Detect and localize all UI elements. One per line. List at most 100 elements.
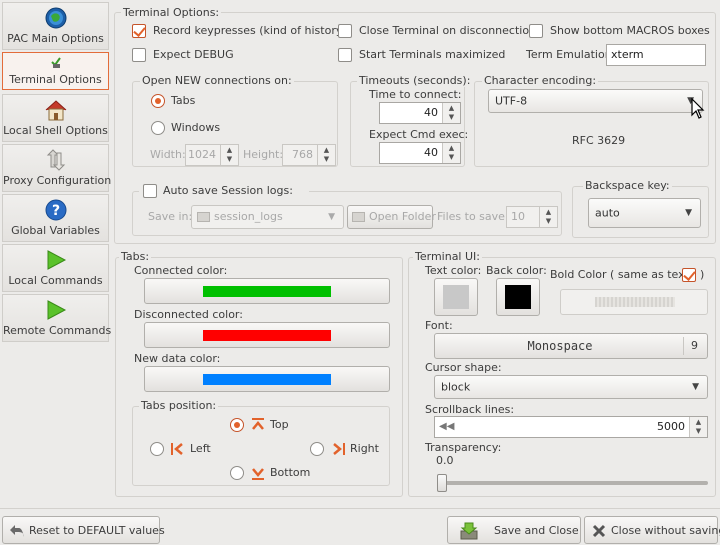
tabs-position-right-radio[interactable]	[310, 442, 324, 456]
sidebar-item-remote-commands[interactable]: Remote Commands	[2, 294, 111, 342]
windows-radio[interactable]	[151, 121, 165, 135]
font-button[interactable]: Monospace 9	[434, 333, 708, 359]
back-color-swatch	[505, 285, 531, 309]
auto-save-logs-checkbox[interactable]	[143, 184, 157, 198]
height-spinner[interactable]: 768 ▲ ▼	[282, 144, 336, 166]
scrollback-spinner[interactable]: ◀◀ 5000 ▲ ▼	[434, 416, 708, 438]
sidebar-item-local-shell-options[interactable]: Local Shell Options	[2, 94, 109, 142]
sidebar-item-proxy-configuration[interactable]: Proxy Configuration	[2, 144, 112, 192]
connected-color-label: Connected color:	[134, 264, 228, 277]
save-and-close-button[interactable]: Save and Close	[447, 516, 581, 544]
expect-timeout-spinner[interactable]: 40 ▲ ▼	[379, 142, 461, 164]
disconnected-color-button[interactable]	[144, 322, 390, 348]
tabs-radio[interactable]	[151, 94, 165, 108]
dropdown-arrow-icon: ▼	[328, 212, 335, 222]
bold-color-swatch-disabled	[595, 297, 675, 307]
play-icon	[45, 249, 67, 274]
spinner-arrows-icon[interactable]: ▲ ▼	[220, 145, 238, 165]
reset-defaults-label: Reset to DEFAULT values	[29, 524, 165, 537]
bold-color-button[interactable]	[560, 289, 708, 315]
sidebar-item-terminal-options[interactable]: Terminal Options	[2, 52, 109, 90]
text-color-swatch	[443, 285, 469, 309]
tabs-position-bottom-radio[interactable]	[230, 466, 244, 480]
sidebar-item-label: Local Commands	[8, 274, 103, 287]
width-label: Width:	[150, 148, 186, 161]
proxy-arrows-icon	[45, 149, 67, 174]
spinner-arrows-icon[interactable]: ▲ ▼	[442, 143, 460, 163]
encoding-title: Character encoding:	[482, 74, 599, 87]
cursor-shape-combo[interactable]: block ▼	[434, 375, 708, 399]
dropdown-arrow-icon: ▼	[692, 382, 699, 392]
transparency-label: Transparency:	[425, 441, 502, 454]
close-on-disconnect-checkbox[interactable]	[338, 24, 352, 38]
tabs-position-left-radio[interactable]	[150, 442, 164, 456]
sidebar-item-local-commands[interactable]: Local Commands	[2, 244, 109, 292]
sidebar-item-global-variables[interactable]: ? Global Variables	[2, 194, 109, 242]
cursor-shape-value: block	[441, 380, 471, 394]
files-to-save-spinner[interactable]: 10 ▲ ▼	[506, 206, 558, 228]
width-spinner[interactable]: 1024 ▲ ▼	[185, 144, 239, 166]
svg-text:?: ?	[51, 203, 59, 219]
spinner-arrows-icon[interactable]: ▲ ▼	[539, 207, 557, 227]
sidebar-item-label: Terminal Options	[9, 73, 102, 86]
connected-color-swatch	[203, 286, 331, 297]
terminal-ui-title: Terminal UI:	[413, 250, 482, 263]
bold-color-close-paren: )	[700, 268, 705, 281]
height-label: Height:	[243, 148, 284, 161]
arrow-left-icon	[171, 443, 183, 455]
encoding-description: RFC 3629	[572, 134, 626, 147]
tabs-radio-label: Tabs	[171, 94, 196, 107]
back-color-button[interactable]	[496, 278, 540, 316]
save-and-close-label: Save and Close	[494, 524, 579, 537]
connect-timeout-spinner[interactable]: 40 ▲ ▼	[379, 102, 461, 124]
spinner-arrows-icon[interactable]: ▲ ▼	[317, 145, 335, 165]
new-data-color-label: New data color:	[134, 352, 221, 365]
disconnected-color-swatch	[203, 330, 331, 341]
close-without-saving-label: Close without saving	[611, 524, 720, 537]
folder-icon	[352, 212, 365, 222]
back-color-label: Back color:	[486, 264, 547, 277]
text-color-button[interactable]	[434, 278, 478, 316]
dropdown-arrow-icon: ▼	[685, 208, 692, 218]
transparency-slider-handle[interactable]	[437, 474, 447, 492]
font-size: 9	[691, 339, 698, 352]
start-maximized-checkbox[interactable]	[338, 48, 352, 62]
expect-timeout-value: 40	[424, 146, 438, 159]
home-icon	[44, 99, 68, 124]
undo-icon	[10, 525, 24, 537]
help-icon: ?	[45, 199, 67, 224]
spinner-arrows-icon[interactable]: ▲ ▼	[442, 103, 460, 123]
encoding-combo[interactable]: UTF-8 ▼	[488, 89, 703, 113]
reset-defaults-button[interactable]: Reset to DEFAULT values	[2, 516, 165, 544]
scrollback-value: 5000	[657, 420, 685, 433]
sidebar-item-label: Proxy Configuration	[3, 174, 112, 187]
height-value: 768	[292, 148, 313, 161]
tabs-position-top-radio[interactable]	[230, 418, 244, 432]
show-macros-checkbox[interactable]	[529, 24, 543, 38]
term-emulation-input[interactable]: xterm	[606, 44, 706, 66]
close-without-saving-button[interactable]: Close without saving	[584, 516, 720, 544]
bold-color-label: Bold Color ( same as text	[550, 268, 689, 281]
expect-debug-label: Expect DEBUG	[153, 48, 234, 61]
transparency-value: 0.0	[436, 454, 454, 467]
backspace-value: auto	[595, 206, 620, 220]
open-folder-button[interactable]: Open Folder	[347, 205, 436, 229]
sidebar-item-pac-main-options[interactable]: PAC Main Options	[2, 2, 109, 50]
transparency-slider-track[interactable]	[438, 481, 708, 485]
record-keypresses-checkbox[interactable]	[132, 24, 146, 38]
font-label: Font:	[425, 319, 453, 332]
new-data-color-button[interactable]	[144, 366, 390, 392]
arrow-top-icon	[252, 418, 264, 430]
save-in-label: Save in:	[148, 210, 193, 223]
save-in-folder-combo[interactable]: session_logs ▼	[191, 205, 344, 229]
connected-color-button[interactable]	[144, 278, 390, 304]
connect-timeout-value: 40	[424, 106, 438, 119]
sidebar-item-label: Global Variables	[11, 224, 100, 237]
new-data-color-swatch	[203, 374, 331, 385]
expect-debug-checkbox[interactable]	[132, 48, 146, 62]
width-value: 1024	[188, 148, 216, 161]
save-icon	[460, 522, 478, 540]
spinner-arrows-icon[interactable]: ▲ ▼	[689, 417, 707, 437]
backspace-combo[interactable]: auto ▼	[588, 198, 701, 228]
bold-same-as-text-checkbox[interactable]	[682, 268, 696, 282]
